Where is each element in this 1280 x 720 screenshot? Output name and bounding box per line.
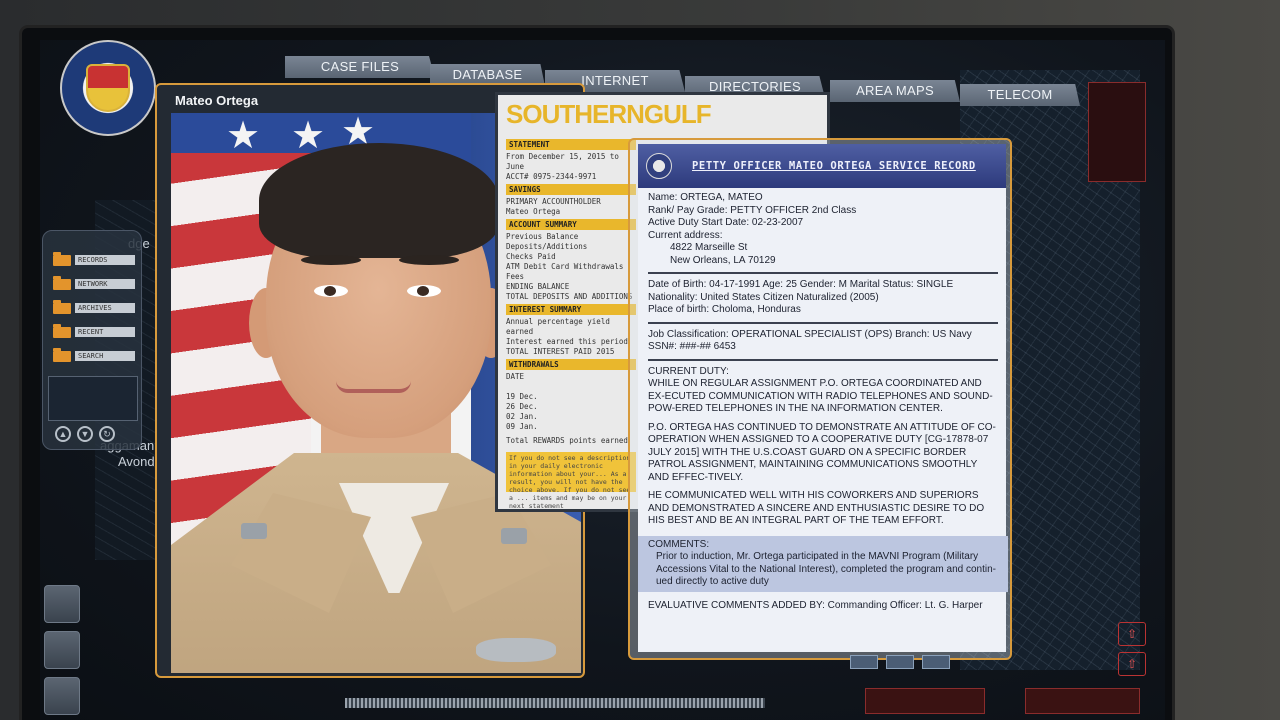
person-mouth	[336, 381, 411, 393]
record-address-label: Current address:	[648, 229, 723, 241]
record-title: PETTY OFFICER MATEO ORTEGA SERVICE RECOR…	[692, 160, 976, 172]
folder-icon	[53, 347, 71, 362]
interest-text: Annual percentage yield earned Interest …	[506, 317, 628, 356]
record-active-date: Active Duty Start Date: 02-23-2007	[648, 217, 804, 228]
sidebar-item-label: RECENT	[75, 327, 135, 337]
down-arrow-icon[interactable]: ▼	[77, 426, 93, 442]
sidebar-item-label: ARCHIVES	[75, 303, 135, 313]
tab-area-maps[interactable]: AREA MAPS	[830, 80, 960, 102]
savings-text: PRIMARY ACCOUNTHOLDER Mateo Ortega	[506, 197, 601, 216]
comments-heading: COMMENTS:	[648, 538, 710, 550]
sidebar-item-archives[interactable]: ARCHIVES	[53, 299, 135, 315]
duty-heading: CURRENT DUTY:	[648, 365, 729, 377]
rewards-text: Total REWARDS points earned	[506, 436, 628, 445]
section-heading: INTEREST SUMMARY	[506, 304, 636, 315]
bank-note: If you do not see a description in your …	[506, 452, 636, 510]
sidebar: RECORDS NETWORK ARCHIVES RECENT SEARCH ▲…	[42, 230, 142, 450]
radar-widget	[48, 376, 138, 421]
record-ssn: SSN#: ###-## 6453	[648, 341, 736, 352]
sidebar-item-label: NETWORK	[75, 279, 135, 289]
folder-icon	[53, 299, 71, 314]
tab-case-files[interactable]: CASE FILES	[285, 56, 435, 78]
sidebar-item-search[interactable]: SEARCH	[53, 347, 135, 363]
sidebar-controls: ▲ ▼ ↻	[55, 426, 115, 442]
record-header: PETTY OFFICER MATEO ORTEGA SERVICE RECOR…	[638, 144, 1006, 188]
up-arrow-icon[interactable]: ⇧	[1118, 622, 1146, 646]
window-tab[interactable]	[886, 655, 914, 669]
section-heading: STATEMENT	[506, 139, 636, 150]
service-record-window: PETTY OFFICER MATEO ORTEGA SERVICE RECOR…	[628, 138, 1012, 660]
uniform-badge	[476, 638, 556, 662]
record-birthplace: Place of birth: Choloma, Honduras	[648, 304, 801, 315]
up-arrow-icon[interactable]: ▲	[55, 426, 71, 442]
bank-statement-body: STATEMENT From December 15, 2015 to June…	[506, 137, 636, 510]
person-brow	[301, 255, 361, 265]
status-panel	[1088, 82, 1146, 182]
person-eye	[314, 285, 348, 297]
tool-button[interactable]	[44, 585, 80, 623]
refresh-icon[interactable]: ↻	[99, 426, 115, 442]
tool-button[interactable]	[44, 677, 80, 715]
duty-paragraph: WHILE ON REGULAR ASSIGNMENT P.O. ORTEGA …	[648, 378, 993, 414]
divider	[648, 358, 998, 361]
tool-button[interactable]	[44, 631, 80, 669]
person-eye	[407, 285, 441, 297]
record-body: Name: ORTEGA, MATEO Rank/ Pay Grade: PET…	[638, 192, 1008, 612]
ncis-seal-logo	[60, 40, 156, 136]
sidebar-item-label: RECORDS	[75, 255, 135, 265]
record-address-line: New Orleans, LA 70129	[670, 254, 776, 266]
window-tab[interactable]	[922, 655, 950, 669]
collar-insignia	[241, 523, 267, 539]
record-name: Name: ORTEGA, MATEO	[648, 192, 763, 203]
navy-seal-icon	[646, 153, 672, 179]
person-hair	[259, 143, 499, 258]
sidebar-item-network[interactable]: NETWORK	[53, 275, 135, 291]
record-nationality: Nationality: United States Citizen Natur…	[648, 291, 879, 303]
record-job: Job Classification: OPERATIONAL SPECIALI…	[648, 328, 972, 340]
record-footer: EVALUATIVE COMMENTS ADDED BY: Commanding…	[648, 599, 983, 611]
sidebar-item-label: SEARCH	[75, 351, 135, 361]
record-rank: Rank/ Pay Grade: PETTY OFFICER 2nd Class	[648, 204, 857, 216]
person-brow	[399, 255, 459, 265]
left-tool-buttons	[44, 585, 80, 720]
divider	[648, 272, 998, 274]
star-icon: ★	[226, 115, 261, 157]
service-record: PETTY OFFICER MATEO ORTEGA SERVICE RECOR…	[638, 144, 1008, 652]
bank-logo: SOUTHERNGULF	[506, 99, 712, 129]
sidebar-item-recent[interactable]: RECENT	[53, 323, 135, 339]
divider	[648, 321, 998, 324]
withdrawals-text: DATE 19 Dec. 26 Dec. 02 Jan. 09 Jan.	[506, 372, 538, 431]
section-heading: SAVINGS	[506, 184, 636, 195]
section-heading: ACCOUNT SUMMARY	[506, 219, 636, 230]
collar-insignia	[501, 528, 527, 544]
duty-paragraph: HE COMMUNICATED WELL WITH HIS COWORKERS …	[648, 490, 985, 526]
account-summary-text: Previous Balance Deposits/Additions Chec…	[506, 232, 633, 301]
status-readout	[865, 688, 985, 714]
comments-box: COMMENTS: Prior to induction, Mr. Ortega…	[638, 535, 1008, 592]
statement-text: From December 15, 2015 to June ACCT# 097…	[506, 152, 619, 181]
up-arrow-icon[interactable]: ⇧	[1118, 652, 1146, 676]
comments-text: Prior to induction, Mr. Ortega participa…	[656, 551, 996, 587]
duty-paragraph: P.O. ORTEGA HAS CONTINUED TO DEMONSTRATE…	[648, 421, 996, 483]
sidebar-item-records[interactable]: RECORDS	[53, 251, 135, 267]
status-readout	[1025, 688, 1140, 714]
window-tab[interactable]	[850, 655, 878, 669]
tab-telecom[interactable]: TELECOM	[960, 84, 1080, 106]
folder-icon	[53, 251, 71, 266]
record-address-line: 4822 Marseille St	[670, 242, 748, 253]
section-heading: WITHDRAWALS	[506, 359, 636, 370]
window-tabs	[850, 655, 950, 669]
progress-strip	[345, 698, 765, 708]
folder-icon	[53, 323, 71, 338]
profile-name: Mateo Ortega	[175, 93, 259, 108]
record-dob: Date of Birth: 04-17-1991 Age: 25 Gender…	[648, 279, 954, 290]
shield-icon	[86, 64, 130, 112]
folder-icon	[53, 275, 71, 290]
